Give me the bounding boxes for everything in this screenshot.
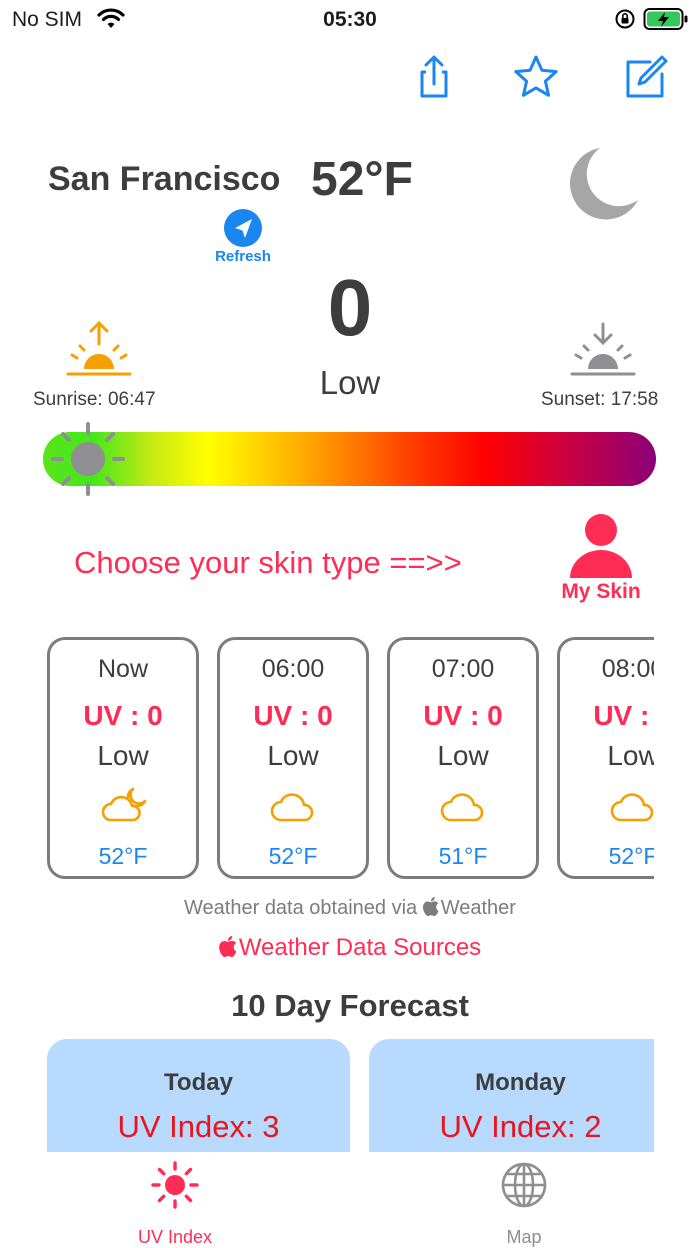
sun-icon — [151, 1161, 199, 1209]
globe-icon — [501, 1162, 547, 1208]
hour-uv-level: Low — [267, 740, 319, 771]
hour-time: 06:00 — [261, 655, 325, 683]
cloud-icon — [609, 786, 654, 829]
share-button[interactable] — [411, 54, 457, 100]
edit-icon — [626, 55, 668, 98]
cloud-icon — [269, 786, 319, 829]
hour-uv: UV : 0 — [83, 700, 163, 731]
hour-temperature: 52°F — [608, 843, 654, 869]
day-name: Monday — [475, 1069, 566, 1096]
attribution-brand: Weather — [440, 897, 516, 919]
city-name: San Francisco — [48, 160, 281, 198]
day-card[interactable]: Monday UV Index: 2 — [369, 1039, 654, 1153]
current-temperature: 52°F — [311, 153, 413, 206]
battery-icon — [643, 7, 689, 37]
hour-temperature: 52°F — [98, 843, 148, 869]
sun-marker-icon — [51, 422, 125, 496]
tab-map[interactable]: Map — [424, 1160, 624, 1247]
hour-time: 07:00 — [431, 655, 495, 683]
location-arrow-icon — [224, 209, 262, 247]
weather-data-sources-link[interactable]: Weather Data Sources — [0, 934, 700, 962]
cloud-icon — [439, 786, 489, 829]
hour-time: Now — [97, 655, 148, 683]
hour-time: 08:00 — [601, 655, 654, 683]
tab-label: Map — [506, 1227, 542, 1247]
tab-bar: UV Index Map — [0, 1152, 700, 1247]
hour-uv: UV : 0 — [423, 700, 503, 731]
sunrise-icon — [66, 320, 132, 383]
person-icon — [570, 514, 632, 578]
hour-uv-level: Low — [437, 740, 489, 771]
uv-scale-marker — [50, 421, 126, 502]
sunrise-time: Sunrise: 06:47 — [33, 389, 156, 410]
hour-uv-level: Low — [97, 740, 149, 771]
apple-logo-icon — [218, 936, 237, 957]
uv-scale-bar — [43, 432, 656, 486]
edit-button[interactable] — [622, 54, 668, 100]
status-bar: No SIM 05:30 — [0, 0, 700, 40]
day-uv-index: UV Index: 3 — [117, 1109, 280, 1144]
skin-type-prompt[interactable]: Choose your skin type ==>> — [74, 545, 462, 581]
tab-uv-index[interactable]: UV Index — [75, 1160, 275, 1247]
hour-card[interactable]: 07:00 UV : 0 Low 51°F — [387, 637, 539, 879]
hour-temperature: 51°F — [438, 843, 488, 869]
day-uv-index: UV Index: 2 — [439, 1109, 602, 1144]
weather-attribution: Weather data obtained via Weather — [0, 897, 700, 920]
hour-uv-level: Low — [607, 740, 654, 771]
hour-temperature: 52°F — [268, 843, 318, 869]
attribution-text: Weather data obtained via — [184, 897, 423, 919]
tab-label: UV Index — [137, 1227, 213, 1247]
moon-icon — [560, 142, 646, 227]
day-name: Today — [164, 1069, 233, 1096]
star-icon — [514, 55, 558, 97]
hour-card[interactable]: 08:00 UV : 0 Low 52°F — [557, 637, 654, 879]
orientation-lock-icon — [614, 8, 636, 36]
hour-card[interactable]: Now UV : 0 Low 52°F — [47, 637, 199, 879]
my-skin-label[interactable]: My Skin — [546, 580, 656, 604]
forecast-title: 10 Day Forecast — [231, 988, 469, 1023]
sunset-time: Sunset: 17:58 — [541, 389, 659, 410]
sunset-icon — [570, 320, 636, 383]
share-icon — [420, 55, 448, 98]
apple-logo-icon — [422, 897, 439, 916]
sources-label[interactable]: Weather Data Sources — [239, 934, 481, 961]
clock: 05:30 — [323, 8, 377, 31]
day-card[interactable]: Today UV Index: 3 — [47, 1039, 350, 1153]
partly-cloudy-night-icon — [99, 786, 149, 829]
hour-uv: UV : 0 — [593, 700, 654, 731]
my-skin-button[interactable] — [566, 512, 636, 585]
daily-forecast[interactable]: Today UV Index: 3 Monday UV Index: 2 — [47, 1039, 654, 1153]
hour-card[interactable]: 06:00 UV : 0 Low 52°F — [217, 637, 369, 879]
hour-uv: UV : 0 — [253, 700, 333, 731]
hourly-forecast[interactable]: Now UV : 0 Low 52°F 06:00 UV : 0 Low 52°… — [47, 637, 654, 882]
favorite-button[interactable] — [513, 54, 559, 100]
refresh-button[interactable] — [223, 208, 263, 253]
